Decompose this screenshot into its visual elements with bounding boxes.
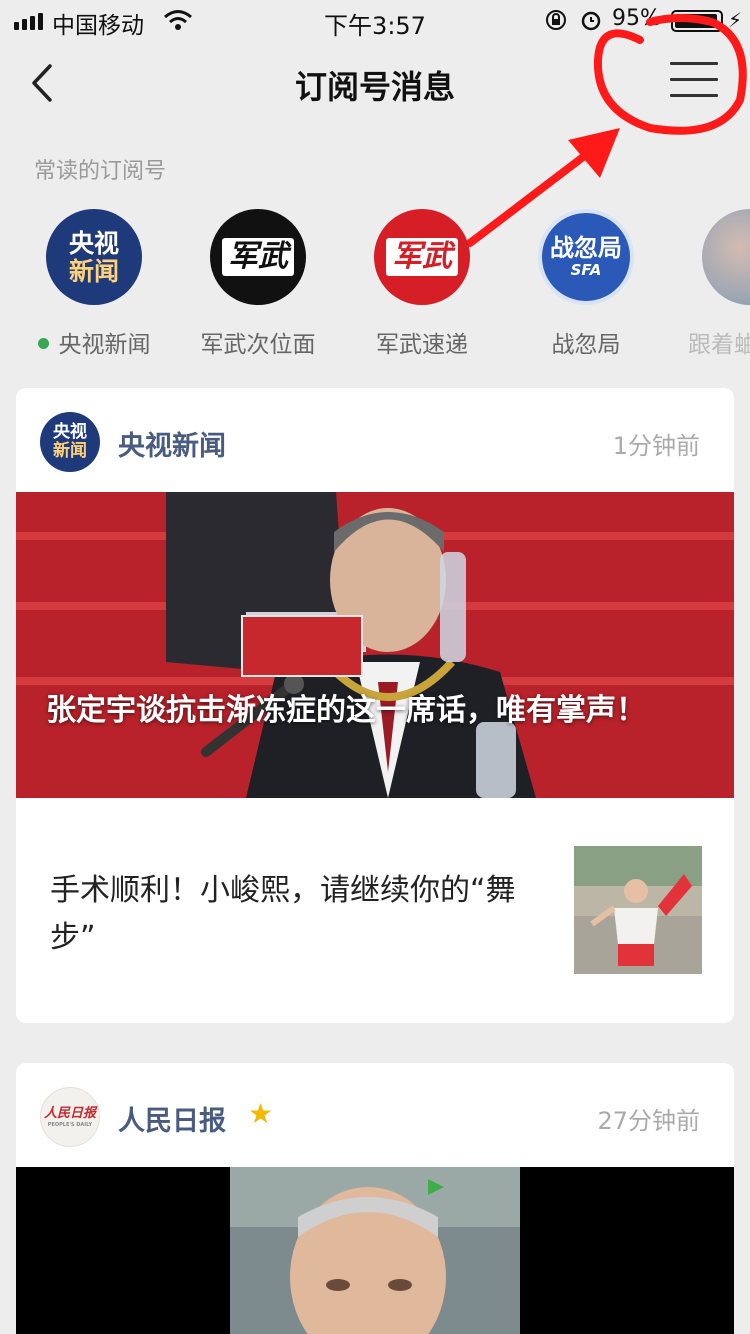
cctv-news-avatar: 央视 新闻 — [46, 209, 142, 305]
junwu-sudi-avatar: 军武 — [374, 209, 470, 305]
rotation-lock-icon — [546, 10, 566, 30]
partial-avatar — [702, 209, 750, 305]
subscription-junwu-ciweimian[interactable]: 军武 军武次位面 — [176, 205, 340, 359]
subscription-label: 央视新闻 — [58, 332, 151, 358]
source-name[interactable]: 人民日报 — [118, 1099, 226, 1138]
timestamp: 1分钟前 — [612, 432, 700, 460]
hero-image — [16, 492, 734, 798]
subscription-cctv-news[interactable]: 央视 新闻 央视新闻 — [12, 205, 176, 359]
card-header[interactable]: 人民日报 PEOPLE'S DAILY 人民日报 ★ 27分钟前 — [16, 1063, 734, 1167]
source-avatar: 人民日报 PEOPLE'S DAILY — [40, 1087, 100, 1147]
zhanhuju-avatar: 战忽局 SFA — [538, 209, 634, 305]
card-header[interactable]: 央视 新闻 央视新闻 1分钟前 — [16, 388, 734, 492]
charging-icon: ⚡ — [728, 8, 743, 32]
video-thumbnail-image — [16, 1167, 734, 1334]
subscription-label: 军武次位面 — [200, 332, 316, 358]
subscription-label: 军武速递 — [376, 332, 468, 358]
source-name[interactable]: 央视新闻 — [118, 424, 226, 463]
alarm-icon — [581, 11, 601, 31]
subscription-label: 跟着蛐 — [688, 332, 750, 358]
timestamp: 27分钟前 — [597, 1107, 700, 1135]
subscription-partial[interactable]: 跟着蛐 — [668, 205, 750, 359]
subscription-junwu-sudi[interactable]: 军武 军武速递 — [340, 205, 504, 359]
menu-button[interactable] — [670, 62, 718, 102]
article-thumbnail-image — [574, 846, 702, 974]
subscription-label: 战忽局 — [551, 332, 621, 358]
status-bar: 中国移动 下午3:57 95% ⚡ — [0, 0, 750, 40]
frequent-subscriptions: 央视 新闻 央视新闻 军武 军武次位面 军武 军武速递 战忽局 SFA 战忽局 … — [0, 205, 750, 365]
article-thumbnail — [574, 846, 702, 974]
hero-article[interactable]: 张定宇谈抗击渐冻症的这一席话，唯有掌声！ — [16, 492, 734, 798]
article-title: 手术顺利！小峻熙，请继续你的“舞步” — [50, 873, 516, 955]
frequent-section-label: 常读的订阅号 — [34, 159, 167, 184]
battery-icon — [671, 10, 723, 32]
hero-article-title: 张定宇谈抗击渐冻症的这一席话，唯有掌声！ — [46, 693, 646, 728]
nav-bar: 订阅号消息 — [0, 40, 750, 130]
battery-percent: 95% — [612, 6, 661, 31]
article-list-item[interactable]: 手术顺利！小峻熙，请继续你的“舞步” — [16, 798, 734, 1022]
unread-dot — [37, 338, 49, 349]
article-card-cctv: 央视 新闻 央视新闻 1分钟前 张定宇谈抗击渐冻症的这一席话，唯有掌声！ 手术顺… — [16, 388, 734, 1023]
article-card-peoples-daily: 人民日报 PEOPLE'S DAILY 人民日报 ★ 27分钟前 — [16, 1063, 734, 1334]
source-avatar: 央视 新闻 — [40, 412, 100, 472]
subscription-zhanhuju[interactable]: 战忽局 SFA 战忽局 — [504, 205, 668, 359]
star-icon: ★ — [248, 1097, 274, 1130]
page-title: 订阅号消息 — [294, 68, 455, 106]
video-preview[interactable] — [16, 1167, 734, 1334]
junwu-avatar: 军武 — [210, 209, 306, 305]
